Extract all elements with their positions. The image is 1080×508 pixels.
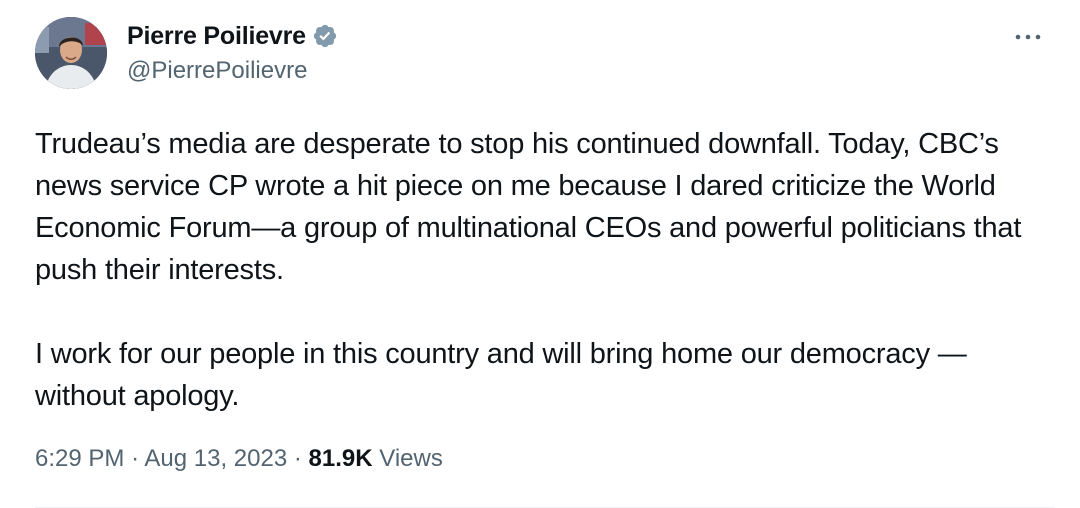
author-handle[interactable]: @PierrePoilievre <box>127 57 307 85</box>
tweet-date[interactable]: Aug 13, 2023 <box>144 445 287 472</box>
more-options-icon <box>1015 34 1041 40</box>
tweet-paragraph: Trudeau’s media are desperate to stop hi… <box>35 128 1022 286</box>
avatar-image <box>35 17 107 89</box>
verified-badge-icon <box>312 23 338 49</box>
avatar[interactable] <box>35 17 107 89</box>
tweet-time[interactable]: 6:29 PM <box>35 445 124 472</box>
author-display-name[interactable]: Pierre Poilievre <box>127 22 306 51</box>
views-count: 81.9K <box>308 445 373 472</box>
tweet-card: Pierre Poilievre @PierrePoilievre Trudea… <box>0 0 1080 508</box>
meta-separator: · <box>293 445 302 472</box>
more-options-button[interactable] <box>1010 22 1046 52</box>
meta-separator: · <box>131 445 140 472</box>
views-label: Views <box>379 445 443 472</box>
author-name-row: Pierre Poilievre <box>127 20 338 52</box>
tweet-paragraph: I work for our people in this country an… <box>35 338 967 412</box>
tweet-text: Trudeau’s media are desperate to stop hi… <box>35 123 1055 417</box>
tweet-meta: 6:29 PM · Aug 13, 2023 · 81.9K Views <box>35 445 443 473</box>
